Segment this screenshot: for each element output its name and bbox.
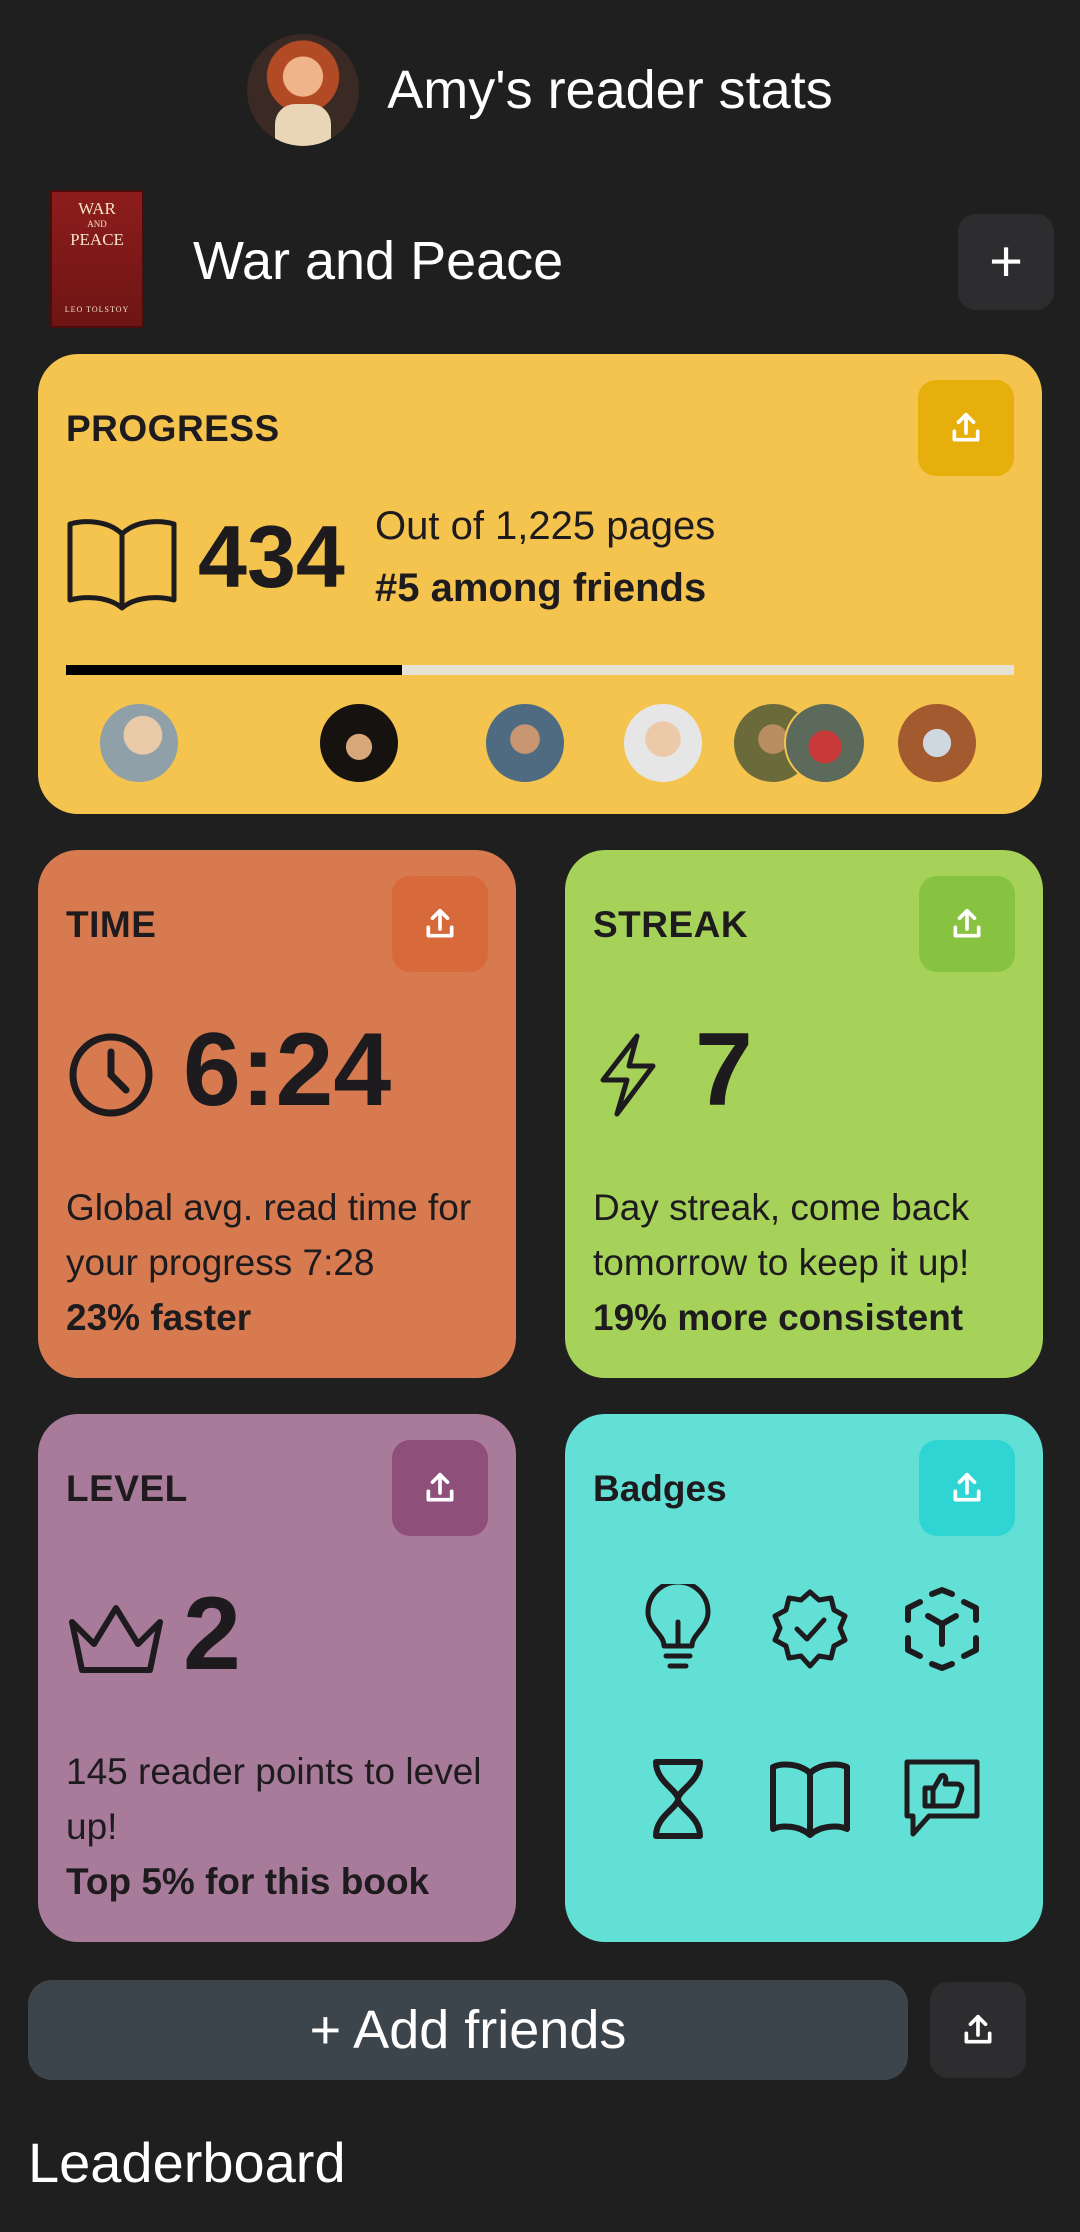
badges-card: Badges (565, 1414, 1043, 1942)
time-card: TIME 6:24 Global avg. read time for your… (38, 850, 516, 1378)
share-all-button[interactable] (930, 1982, 1026, 2078)
book-title: War and Peace (193, 231, 564, 291)
streak-highlight: 19% more consistent (593, 1297, 964, 1338)
share-icon (953, 1472, 981, 1502)
crown-icon (69, 1605, 163, 1673)
streak-card: STREAK 7 Day streak, come back tomorrow … (565, 850, 1043, 1378)
add-friends-button[interactable]: + Add friends (28, 1980, 908, 2080)
progress-title: PROGRESS (66, 408, 280, 449)
streak-desc: Day streak, come back tomorrow to keep i… (593, 1180, 1033, 1345)
page-title: Amy's reader stats (387, 60, 833, 120)
streak-value: 7 (695, 1012, 753, 1128)
progress-share-button[interactable] (918, 380, 1014, 476)
book-icon (67, 519, 177, 611)
friend-avatar[interactable] (896, 702, 978, 784)
book-row: WAR AND PEACE LEO TOLSTOY War and Peace … (0, 190, 1080, 330)
open-book-icon[interactable] (765, 1754, 855, 1844)
time-desc: Global avg. read time for your progress … (66, 1180, 506, 1345)
streak-share-button[interactable] (919, 876, 1015, 972)
level-card: LEVEL 2 145 reader points to level up! T… (38, 1414, 516, 1942)
level-highlight: Top 5% for this book (66, 1861, 430, 1902)
level-title: LEVEL (66, 1468, 188, 1509)
friends-rank-text: #5 among friends (375, 566, 707, 610)
streak-title: STREAK (593, 904, 749, 945)
thumbs-up-message-icon[interactable] (897, 1754, 987, 1844)
progress-bar-fill (66, 665, 402, 675)
friend-avatar[interactable] (784, 702, 866, 784)
time-share-button[interactable] (392, 876, 488, 972)
cube-icon[interactable] (897, 1584, 987, 1674)
verified-badge-icon[interactable] (765, 1584, 855, 1674)
badges-title: Badges (593, 1468, 727, 1509)
book-cover-author: LEO TOLSTOY (64, 305, 130, 314)
time-highlight: 23% faster (66, 1297, 252, 1338)
leaderboard-title: Leaderboard (28, 2131, 346, 2194)
book-cover-line2: AND (87, 219, 107, 229)
friend-avatar[interactable] (98, 702, 180, 784)
friend-avatar[interactable] (318, 702, 400, 784)
level-desc: 145 reader points to level up! Top 5% fo… (66, 1744, 506, 1909)
share-icon (426, 1472, 454, 1502)
lightning-icon (600, 1033, 656, 1117)
pages-total-text: Out of 1,225 pages (375, 504, 716, 548)
time-value: 6:24 (183, 1012, 392, 1128)
level-share-button[interactable] (392, 1440, 488, 1536)
hourglass-icon[interactable] (633, 1754, 723, 1844)
header: Amy's reader stats (0, 30, 1080, 150)
time-desc-text: Global avg. read time for your progress … (66, 1187, 472, 1283)
level-desc-text: 145 reader points to level up! (66, 1751, 482, 1847)
progress-card: PROGRESS 434 Out of 1,225 pages #5 among… (38, 354, 1042, 814)
book-cover[interactable]: WAR AND PEACE LEO TOLSTOY (50, 190, 144, 328)
pages-read-value: 434 (198, 507, 345, 606)
friend-avatar[interactable] (622, 702, 704, 784)
plus-icon: + (989, 229, 1023, 294)
avatar[interactable] (247, 34, 360, 146)
clock-icon (69, 1033, 153, 1117)
time-title: TIME (66, 904, 157, 945)
lightbulb-icon[interactable] (633, 1584, 723, 1674)
book-cover-line3: PEACE (70, 230, 124, 249)
share-icon (953, 908, 981, 938)
friend-avatar[interactable] (484, 702, 566, 784)
share-icon (426, 908, 454, 938)
share-icon (964, 2014, 992, 2044)
add-book-button[interactable]: + (958, 214, 1054, 310)
level-value: 2 (183, 1576, 241, 1692)
streak-desc-text: Day streak, come back tomorrow to keep i… (593, 1187, 970, 1283)
progress-bar (66, 665, 1014, 675)
share-icon (952, 412, 980, 442)
badges-share-button[interactable] (919, 1440, 1015, 1536)
book-cover-line1: WAR (78, 199, 116, 218)
